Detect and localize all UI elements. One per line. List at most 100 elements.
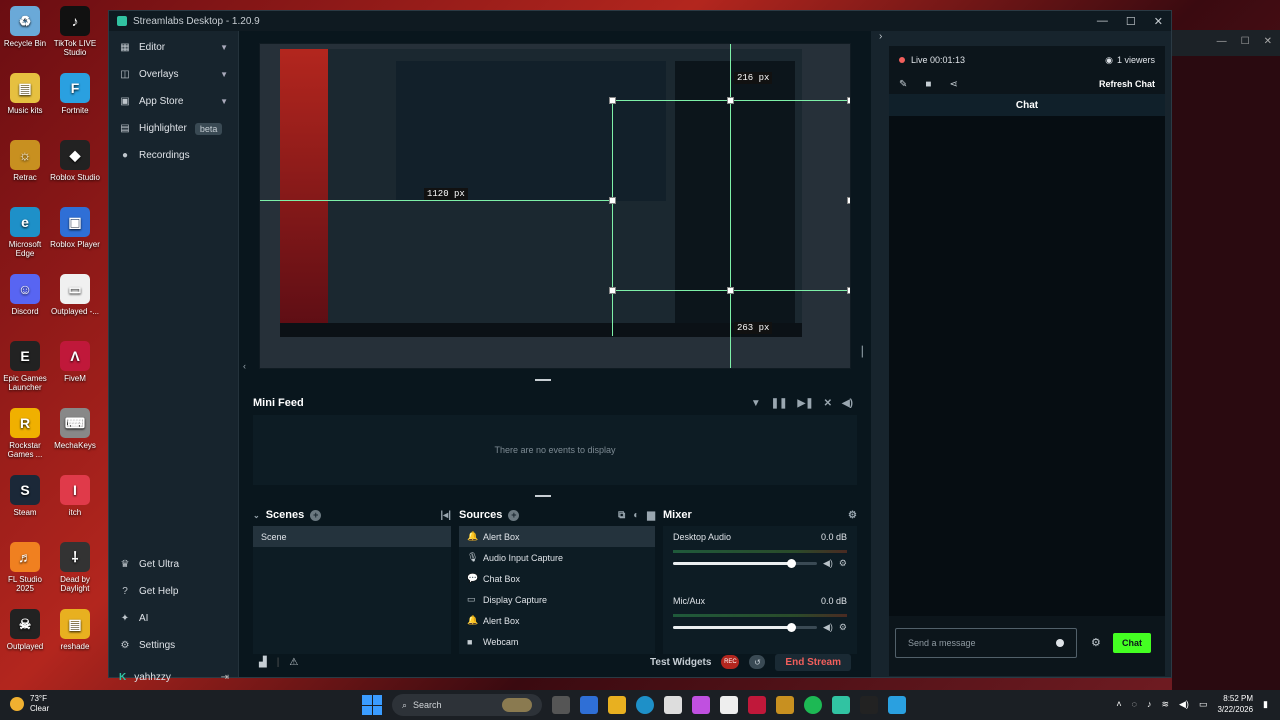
chevron-down-icon[interactable]: ▼ <box>220 97 228 106</box>
desktop-icon[interactable]: ☠ Outplayed <box>0 609 50 651</box>
volume-knob[interactable] <box>786 623 796 632</box>
minimize-button[interactable]: — <box>1097 15 1108 28</box>
desktop-icon[interactable]: ☺ Discord <box>0 274 50 316</box>
resize-bar-icon[interactable]: ▕ <box>855 347 863 358</box>
copilot-icon[interactable] <box>692 696 710 714</box>
store-icon[interactable] <box>664 696 682 714</box>
stream-preview[interactable]: 216 px 1120 px 263 px <box>259 43 851 369</box>
camera-icon[interactable]: ■ <box>925 79 931 90</box>
end-stream-button[interactable]: End Stream <box>775 653 851 671</box>
desktop-icon[interactable]: ▤ Music kits <box>0 73 50 115</box>
sidebar-item-recordings[interactable]: ● Recordings <box>109 142 238 169</box>
scene-item[interactable]: Scene <box>253 526 451 547</box>
minimize-icon[interactable]: — <box>1217 36 1227 50</box>
desktop-icon[interactable]: S Steam <box>0 475 50 517</box>
edge-icon[interactable] <box>636 696 654 714</box>
user-account[interactable]: K yahhzzy ⇥ <box>109 665 239 689</box>
desktop-icon[interactable]: ⸸ Dead by Daylight <box>50 542 100 593</box>
add-scene-icon[interactable]: + <box>310 509 322 521</box>
chevron-right-icon[interactable]: › <box>879 31 882 42</box>
desktop-icon[interactable]: e Microsoft Edge <box>0 207 50 258</box>
gear-icon[interactable]: ⚙ <box>839 622 847 633</box>
skip-icon[interactable]: ▶❚ <box>798 398 814 409</box>
retrac-icon[interactable] <box>776 696 794 714</box>
chevron-down-icon[interactable]: ⌄ <box>253 511 260 520</box>
emoji-icon[interactable] <box>1056 639 1064 647</box>
filter-icon[interactable]: ▼ <box>751 398 761 409</box>
gear-icon[interactable]: ⚙ <box>848 510 857 521</box>
file-explorer-icon[interactable] <box>608 696 626 714</box>
volume-slider[interactable] <box>673 623 817 632</box>
start-button[interactable] <box>362 695 382 715</box>
pause-icon[interactable]: ❚❚ <box>771 398 788 409</box>
network-icon[interactable]: ◌ <box>1132 699 1137 709</box>
chat-settings-icon[interactable]: ⚙ <box>1091 636 1101 649</box>
chat-input[interactable]: Send a message <box>895 628 1077 658</box>
desktop-icon[interactable]: ▣ Roblox Player <box>50 207 100 249</box>
weather-widget[interactable]: 73°F Clear <box>10 694 49 714</box>
stats-icon[interactable]: ▟ <box>259 657 267 668</box>
sidebar-item-overlays[interactable]: ◫ Overlays ▼ <box>109 61 238 88</box>
source-item[interactable]: 🔔 Alert Box <box>459 526 655 547</box>
desktop-icon[interactable]: ▭ Outplayed -... <box>50 274 100 316</box>
speaker-icon[interactable]: ◀) <box>1179 699 1189 710</box>
share-icon[interactable]: ⋖ <box>949 79 957 90</box>
mute-alerts-icon[interactable]: ✕ <box>824 398 832 409</box>
volume-slider[interactable] <box>673 559 817 568</box>
refresh-chat-button[interactable]: Refresh Chat <box>1099 79 1155 89</box>
chevron-up-icon[interactable]: ˄ <box>1116 699 1121 709</box>
speaker-icon[interactable]: ◀) <box>823 622 833 633</box>
volume-icon[interactable]: ◀) <box>842 398 853 409</box>
speaker-icon[interactable]: ◀) <box>823 558 833 569</box>
streamlabs-icon[interactable] <box>832 696 850 714</box>
taskbar-search[interactable]: ⌕ Search <box>392 694 542 716</box>
sidebar-item-editor[interactable]: ▦ Editor ▼ <box>109 34 238 61</box>
outlook-icon[interactable] <box>580 696 598 714</box>
maximize-icon[interactable]: ☐ <box>1241 36 1250 50</box>
desktop-icon[interactable]: ▤ reshade <box>50 609 100 651</box>
add-source-icon[interactable]: + <box>508 509 520 521</box>
resize-handle[interactable] <box>609 97 616 104</box>
chevron-down-icon[interactable]: ▼ <box>220 70 228 79</box>
fivem-icon[interactable] <box>748 696 766 714</box>
resize-handle[interactable] <box>609 287 616 294</box>
source-item[interactable]: 💬 Chat Box <box>459 568 655 589</box>
notification-icon[interactable]: ▮ <box>1263 699 1268 710</box>
sidebar-item-settings[interactable]: ⚙ Settings <box>109 632 239 659</box>
send-chat-button[interactable]: Chat <box>1113 633 1151 653</box>
drag-handle[interactable] <box>535 495 551 497</box>
source-item[interactable]: ▭ Display Capture <box>459 589 655 610</box>
volume-knob[interactable] <box>786 559 796 568</box>
resize-handle[interactable] <box>847 197 850 204</box>
battery-icon[interactable]: ▭ <box>1199 699 1208 710</box>
desktop-icon[interactable]: Λ FiveM <box>50 341 100 383</box>
source-visibility-icon[interactable]: ◐ <box>633 510 639 521</box>
source-group-icon[interactable]: ⧉ <box>618 510 625 521</box>
desktop-icon[interactable]: ♬ FL Studio 2025 <box>0 542 50 593</box>
replay-buffer-icon[interactable]: ↺ <box>749 655 766 669</box>
fortnite-icon[interactable] <box>888 696 906 714</box>
test-widgets-button[interactable]: Test Widgets <box>650 657 711 668</box>
desktop-icon[interactable]: F Fortnite <box>50 73 100 115</box>
scene-transitions-icon[interactable]: |◂| <box>440 510 451 521</box>
resize-handle[interactable] <box>727 97 734 104</box>
spotify-icon[interactable] <box>804 696 822 714</box>
mic-icon[interactable]: ♪ <box>1147 699 1152 709</box>
desktop-icon[interactable]: R Rockstar Games ... <box>0 408 50 459</box>
chevron-down-icon[interactable]: ▼ <box>220 43 228 52</box>
clock[interactable]: 8:52 PM 3/22/2026 <box>1217 693 1253 715</box>
outplayed-icon[interactable] <box>860 696 878 714</box>
resize-handle[interactable] <box>847 287 850 294</box>
close-icon[interactable]: ✕ <box>1264 36 1272 50</box>
wifi-icon[interactable]: ≋ <box>1161 699 1169 710</box>
desktop-icon[interactable]: ⌨ MechaKeys <box>50 408 100 450</box>
desktop-icon[interactable]: ☼ Retrac <box>0 140 50 182</box>
source-folder-icon[interactable]: ▆ <box>647 510 655 521</box>
chevron-left-icon[interactable]: ‹ <box>243 361 246 371</box>
calendar-icon[interactable] <box>720 696 738 714</box>
sidebar-item-highlighter[interactable]: ▤ Highlighter beta <box>109 115 238 142</box>
logout-icon[interactable]: ⇥ <box>221 672 229 683</box>
desktop-icon[interactable]: ♻ Recycle Bin <box>0 6 50 48</box>
desktop-icon[interactable]: ♪ TikTok LIVE Studio <box>50 6 100 57</box>
edit-icon[interactable]: ✎ <box>899 79 907 90</box>
